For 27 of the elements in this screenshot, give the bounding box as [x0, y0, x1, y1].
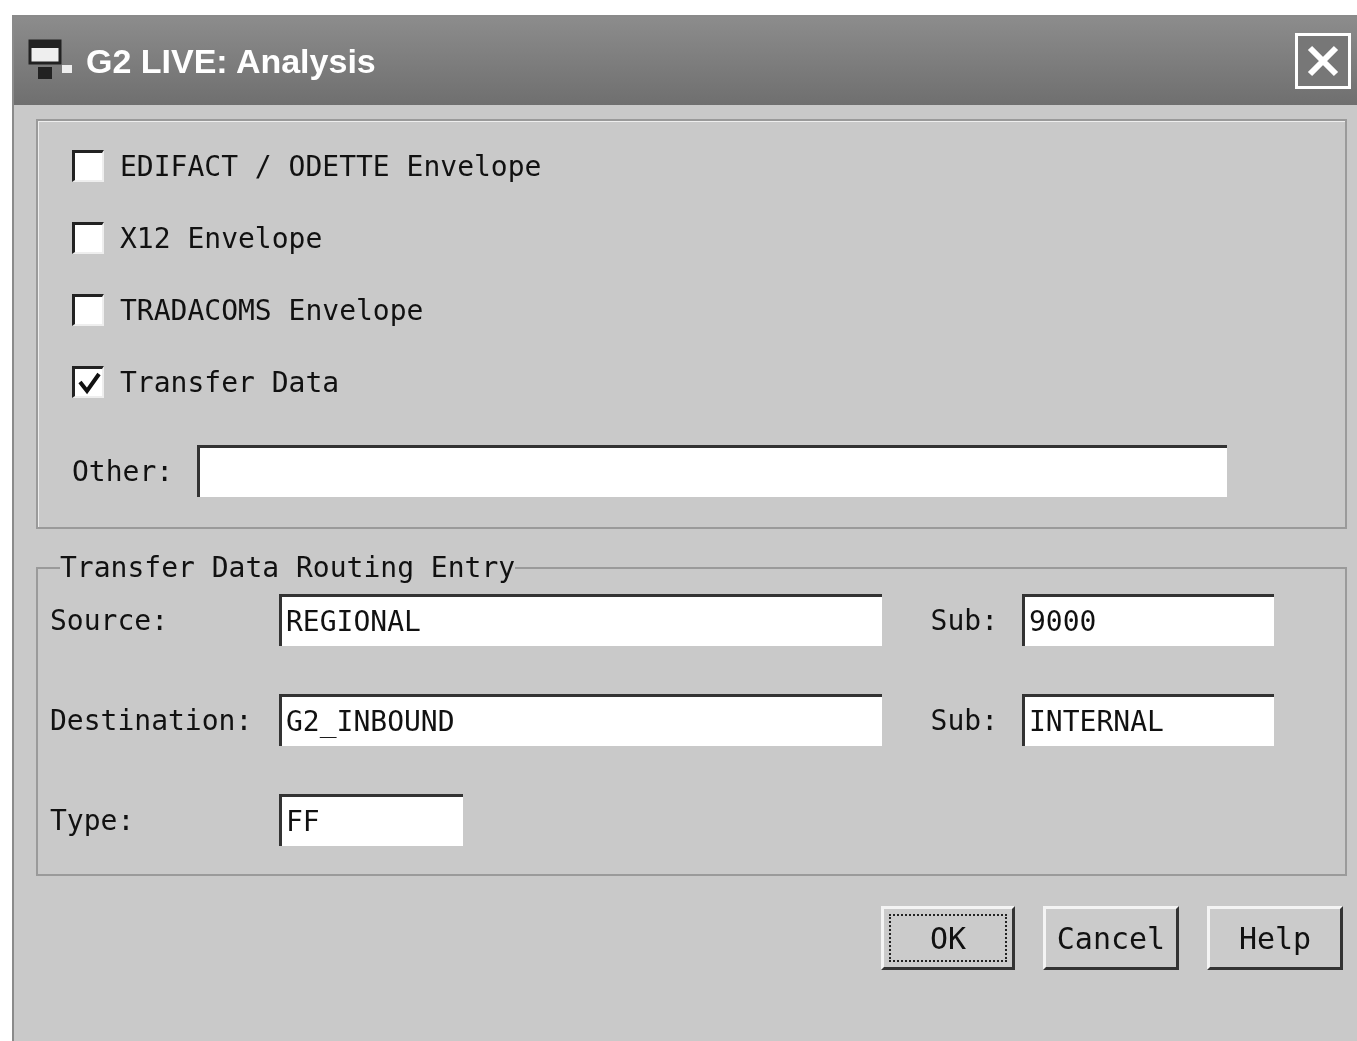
text-field[interactable]: 9000 — [1022, 594, 1274, 646]
checkbox[interactable] — [72, 294, 104, 326]
field-label: Destination: — [50, 703, 254, 737]
text-field[interactable]: REGIONAL — [279, 594, 882, 646]
dialog-button[interactable]: OK — [881, 906, 1015, 970]
field-label: Type: — [50, 803, 136, 837]
checkbox[interactable] — [72, 150, 104, 182]
text-field[interactable]: INTERNAL — [1022, 694, 1274, 746]
text-field[interactable]: FF — [279, 794, 463, 846]
window-title: G2 LIVE: Analysis — [86, 41, 377, 81]
close-icon — [1305, 43, 1341, 79]
other-field[interactable] — [197, 445, 1228, 497]
group-title: Transfer Data Routing Entry — [60, 551, 516, 584]
checkbox-label: Transfer Data — [120, 365, 340, 399]
dialog-button[interactable]: Cancel — [1043, 906, 1179, 970]
text-field[interactable]: G2_INBOUND — [279, 694, 882, 746]
checkbox[interactable] — [72, 222, 104, 254]
close-button[interactable] — [1295, 33, 1351, 89]
checkbox-label: EDIFACT / ODETTE Envelope — [120, 149, 542, 183]
field-label: Source: — [50, 603, 169, 637]
field-label: Sub: — [930, 703, 998, 737]
checkbox[interactable] — [72, 366, 104, 398]
checkbox-label: X12 Envelope — [120, 221, 323, 255]
field-label: Sub: — [930, 603, 998, 637]
checkbox-label: TRADACOMS Envelope — [120, 293, 424, 327]
other-label: Other: — [72, 454, 174, 488]
dialog-button[interactable]: Help — [1207, 906, 1343, 970]
